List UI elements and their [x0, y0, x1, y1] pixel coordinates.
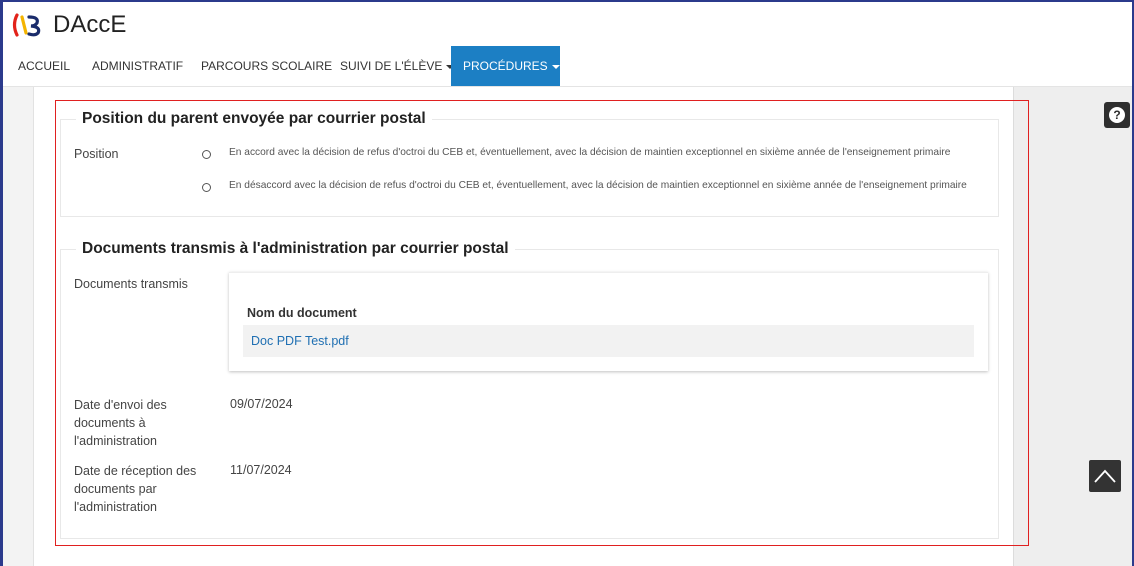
caret-down-icon — [551, 64, 560, 69]
nav-procedures-label: PROCÉDURES — [463, 59, 548, 73]
left-gutter — [3, 87, 33, 566]
chevron-up-icon — [1094, 469, 1116, 483]
app-header: DAccE — [3, 2, 1132, 46]
left-divider — [33, 87, 34, 566]
nav-parcours-scolaire[interactable]: PARCOURS SCOLAIRE — [201, 46, 332, 86]
nav-administratif[interactable]: ADMINISTRATIF — [92, 46, 183, 86]
help-button[interactable]: ? — [1104, 102, 1130, 128]
nav-accueil[interactable]: ACCUEIL — [18, 46, 70, 86]
daccE-logo-icon — [12, 13, 41, 37]
question-circle-icon: ? — [1109, 107, 1125, 123]
main-navbar: ACCUEIL ADMINISTRATIF PARCOURS SCOLAIRE … — [3, 46, 1132, 87]
app-title: DAccE — [53, 11, 127, 38]
nav-suivi-eleve-label: SUIVI DE L'ÉLÈVE — [340, 59, 443, 73]
nav-procedures[interactable]: PROCÉDURES — [451, 46, 560, 86]
right-gutter — [1014, 87, 1132, 566]
nav-suivi-eleve[interactable]: SUIVI DE L'ÉLÈVE — [340, 46, 455, 86]
highlight-box — [55, 100, 1029, 546]
back-to-top-button[interactable] — [1089, 460, 1121, 492]
